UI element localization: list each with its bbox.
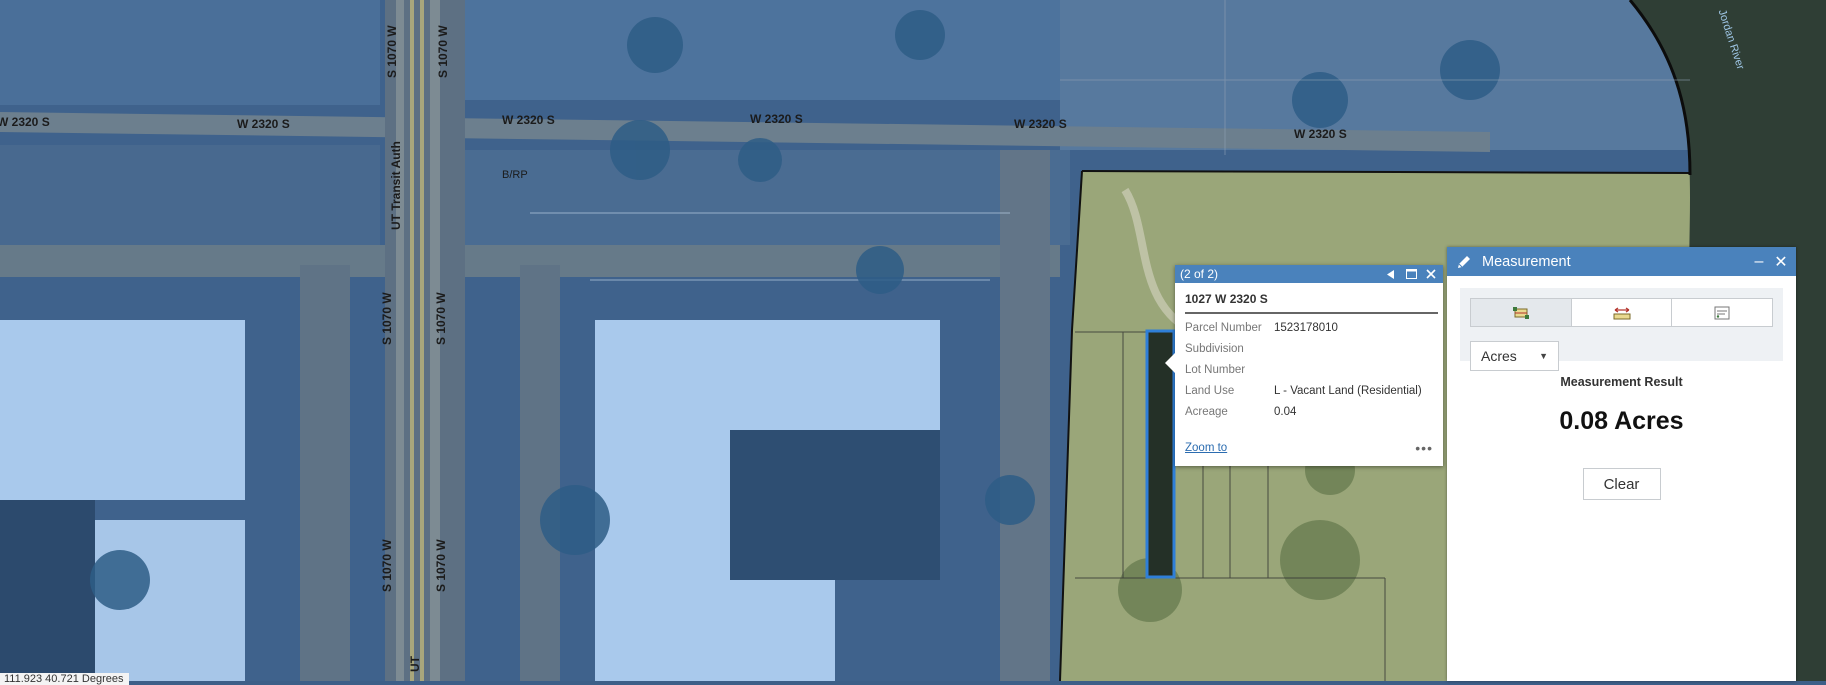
road-label-w2320: W 2320 S — [502, 113, 555, 127]
attribute-label: Subdivision — [1185, 343, 1244, 355]
road-label-s1070: S 1070 W — [380, 292, 394, 345]
close-icon — [1426, 269, 1436, 279]
attribute-value: L - Vacant Land (Residential) — [1274, 385, 1422, 397]
road-label-w2320: W 2320 S — [1014, 117, 1067, 131]
road-label-w2320: W 2320 S — [0, 115, 50, 129]
road-label-w2320: W 2320 S — [1294, 127, 1347, 141]
attribute-value: 1523178010 — [1274, 322, 1338, 334]
unit-select[interactable]: Acres ▼ — [1470, 341, 1559, 371]
triangle-left-icon — [1387, 269, 1394, 279]
road-label-s1070: S 1070 W — [434, 539, 448, 592]
pencil-icon — [1458, 255, 1470, 268]
maximize-button[interactable] — [1404, 267, 1418, 281]
attribute-value: 0.04 — [1274, 406, 1297, 418]
area-tool-button[interactable] — [1471, 299, 1572, 326]
panel-close-button[interactable]: ✕ — [1770, 252, 1792, 272]
parcel-popup: (2 of 2) 1027 W 2320 S Parcel Number 152… — [1165, 265, 1443, 466]
attribute-value — [1274, 343, 1422, 364]
distance-icon — [1613, 306, 1630, 319]
attribute-label: Acreage — [1185, 406, 1228, 418]
tool-tabs — [1470, 298, 1773, 327]
attribute-label: Land Use — [1185, 385, 1235, 397]
maximize-icon — [1405, 269, 1417, 279]
measurement-result-value: 0.08 Acres — [1559, 407, 1684, 435]
road-label-s1070: S 1070 W — [434, 292, 448, 345]
popup-header: (2 of 2) — [1175, 265, 1443, 283]
distance-tool-button[interactable] — [1571, 299, 1673, 326]
minimize-button[interactable]: – — [1748, 253, 1770, 271]
road-label-s1070: S 1070 W — [380, 539, 394, 592]
coordinate-readout: 111.923 40.721 Degrees — [0, 673, 130, 685]
area-icon — [1512, 306, 1529, 319]
measurement-title: Measurement — [1482, 253, 1571, 270]
attribute-label: Parcel Number — [1185, 322, 1262, 334]
popup-close-button[interactable] — [1424, 267, 1438, 281]
road-label-w2320: W 2320 S — [750, 112, 803, 126]
attribute-table: Parcel Number 1523178010 Subdivision Lot… — [1185, 322, 1422, 427]
road-label-ut-transit: UT Transit Auth — [389, 141, 403, 230]
attribute-label: Lot Number — [1185, 364, 1246, 376]
road-label-s1070: S 1070 W — [385, 25, 399, 78]
measurement-titlebar: Measurement – ✕ — [1447, 247, 1796, 276]
previous-feature-button[interactable] — [1384, 267, 1398, 281]
attribute-row: Subdivision — [1185, 343, 1422, 364]
attribute-row: Land Use L - Vacant Land (Residential) — [1185, 385, 1422, 406]
zoom-to-link[interactable]: Zoom to — [1185, 442, 1227, 454]
measurement-result-title: Measurement Result — [1560, 375, 1683, 389]
unit-value: Acres — [1481, 348, 1517, 364]
more-actions-button[interactable]: ••• — [1415, 440, 1433, 456]
location-icon — [1714, 306, 1730, 319]
clear-button[interactable]: Clear — [1582, 468, 1661, 500]
road-label-brp: B/RP — [502, 169, 528, 181]
attribute-row: Lot Number — [1185, 364, 1422, 385]
road-label-s1070: S 1070 W — [436, 25, 450, 78]
popup-pointer — [1165, 353, 1175, 373]
popup-title: 1027 W 2320 S — [1185, 292, 1438, 314]
caret-down-icon: ▼ — [1539, 351, 1548, 361]
attribute-value — [1274, 364, 1422, 385]
road-label-w2320: W 2320 S — [237, 117, 290, 131]
road-label-ut: UT — [408, 656, 422, 672]
location-tool-button[interactable] — [1672, 299, 1773, 326]
attribute-row: Parcel Number 1523178010 — [1185, 322, 1422, 343]
measurement-tools: Acres ▼ — [1460, 288, 1783, 371]
popup-footer: Zoom to ••• — [1185, 440, 1433, 456]
popup-counter: (2 of 2) — [1180, 267, 1219, 281]
measurement-panel: Measurement – ✕ Acres ▼ Measurement Resu… — [1447, 247, 1796, 681]
attribute-row: Acreage 0.04 — [1185, 406, 1422, 427]
